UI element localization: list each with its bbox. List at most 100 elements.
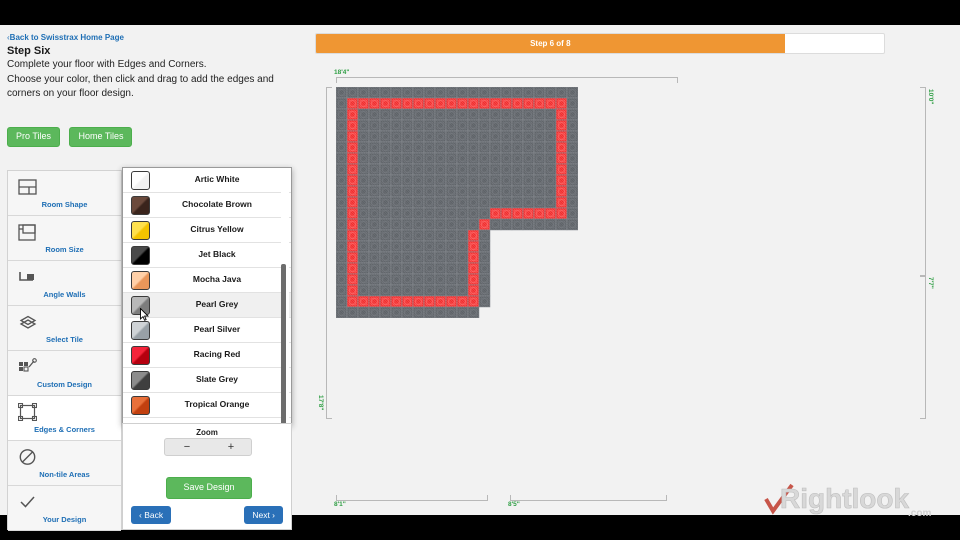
- floor-design[interactable]: [336, 87, 676, 417]
- floor-tile[interactable]: [336, 284, 348, 297]
- floor-tile[interactable]: [467, 251, 480, 264]
- floor-tile[interactable]: [478, 141, 491, 154]
- floor-tile[interactable]: [434, 163, 447, 176]
- color-option-pearl-silver[interactable]: Pearl Silver: [123, 318, 291, 343]
- floor-tile[interactable]: [555, 87, 568, 99]
- floor-tile[interactable]: [357, 119, 370, 132]
- floor-tile[interactable]: [555, 207, 568, 220]
- floor-tile[interactable]: [544, 185, 557, 198]
- color-option-jet-black[interactable]: Jet Black: [123, 243, 291, 268]
- floor-tile[interactable]: [379, 240, 392, 253]
- floor-tile[interactable]: [544, 119, 557, 132]
- floor-tile[interactable]: [368, 108, 381, 121]
- floor-tile[interactable]: [336, 306, 348, 318]
- floor-tile[interactable]: [346, 295, 359, 308]
- floor-tile[interactable]: [489, 163, 502, 176]
- floor-tile[interactable]: [368, 306, 381, 318]
- floor-tile[interactable]: [566, 141, 578, 154]
- floor-tile[interactable]: [346, 240, 359, 253]
- floor-tile[interactable]: [357, 108, 370, 121]
- floor-tile[interactable]: [401, 273, 414, 286]
- floor-tile[interactable]: [467, 87, 480, 99]
- floor-tile[interactable]: [478, 295, 491, 308]
- floor-tile[interactable]: [544, 97, 557, 110]
- floor-tile[interactable]: [522, 185, 535, 198]
- floor-tile[interactable]: [423, 218, 436, 231]
- floor-tile[interactable]: [423, 119, 436, 132]
- floor-tile[interactable]: [434, 306, 447, 318]
- floor-tile[interactable]: [566, 108, 578, 121]
- floor-tile[interactable]: [555, 163, 568, 176]
- floor-tile[interactable]: [390, 119, 403, 132]
- floor-tile[interactable]: [489, 130, 502, 143]
- floor-tile[interactable]: [423, 152, 436, 165]
- floor-tile[interactable]: [445, 174, 458, 187]
- floor-tile[interactable]: [566, 185, 578, 198]
- floor-tile[interactable]: [533, 97, 546, 110]
- floor-tile[interactable]: [379, 273, 392, 286]
- floor-tile[interactable]: [346, 262, 359, 275]
- floor-tile[interactable]: [445, 152, 458, 165]
- floor-tile[interactable]: [511, 207, 524, 220]
- floor-tile[interactable]: [445, 240, 458, 253]
- floor-tile[interactable]: [456, 108, 469, 121]
- floor-tile[interactable]: [566, 218, 578, 231]
- floor-tile[interactable]: [401, 185, 414, 198]
- floor-tile[interactable]: [412, 295, 425, 308]
- floor-tile[interactable]: [445, 295, 458, 308]
- floor-tile[interactable]: [336, 218, 348, 231]
- floor-tile-grid[interactable]: [336, 87, 578, 318]
- floor-tile[interactable]: [412, 240, 425, 253]
- floor-tile[interactable]: [336, 141, 348, 154]
- floor-tile[interactable]: [489, 196, 502, 209]
- floor-tile[interactable]: [445, 306, 458, 318]
- floor-tile[interactable]: [478, 119, 491, 132]
- floor-tile[interactable]: [379, 87, 392, 99]
- floor-tile[interactable]: [566, 152, 578, 165]
- floor-tile[interactable]: [401, 196, 414, 209]
- floor-tile[interactable]: [336, 108, 348, 121]
- floor-tile[interactable]: [390, 87, 403, 99]
- floor-tile[interactable]: [489, 152, 502, 165]
- floor-tile[interactable]: [423, 273, 436, 286]
- floor-tile[interactable]: [467, 284, 480, 297]
- floor-tile[interactable]: [434, 251, 447, 264]
- floor-tile[interactable]: [566, 130, 578, 143]
- floor-tile[interactable]: [489, 119, 502, 132]
- floor-tile[interactable]: [357, 273, 370, 286]
- floor-tile[interactable]: [566, 119, 578, 132]
- floor-tile[interactable]: [336, 273, 348, 286]
- floor-tile[interactable]: [445, 163, 458, 176]
- floor-tile[interactable]: [566, 97, 578, 110]
- floor-tile[interactable]: [346, 141, 359, 154]
- floor-tile[interactable]: [544, 174, 557, 187]
- accordion-item-non-tile-areas[interactable]: Non-tile Areas: [8, 441, 121, 486]
- floor-tile[interactable]: [412, 229, 425, 242]
- floor-tile[interactable]: [467, 295, 480, 308]
- floor-tile[interactable]: [445, 229, 458, 242]
- floor-tile[interactable]: [434, 141, 447, 154]
- floor-tile[interactable]: [390, 218, 403, 231]
- floor-tile[interactable]: [434, 152, 447, 165]
- floor-tile[interactable]: [379, 185, 392, 198]
- floor-tile[interactable]: [412, 141, 425, 154]
- floor-tile[interactable]: [412, 87, 425, 99]
- floor-tile[interactable]: [357, 174, 370, 187]
- floor-tile[interactable]: [336, 119, 348, 132]
- floor-tile[interactable]: [423, 108, 436, 121]
- floor-tile[interactable]: [379, 196, 392, 209]
- floor-tile[interactable]: [522, 218, 535, 231]
- floor-tile[interactable]: [390, 130, 403, 143]
- floor-tile[interactable]: [533, 108, 546, 121]
- floor-tile[interactable]: [566, 196, 578, 209]
- floor-tile[interactable]: [511, 163, 524, 176]
- floor-tile[interactable]: [478, 163, 491, 176]
- floor-tile[interactable]: [357, 284, 370, 297]
- floor-tile[interactable]: [456, 251, 469, 264]
- floor-tile[interactable]: [401, 251, 414, 264]
- floor-tile[interactable]: [379, 229, 392, 242]
- floor-tile[interactable]: [390, 251, 403, 264]
- floor-tile[interactable]: [445, 130, 458, 143]
- floor-tile[interactable]: [401, 218, 414, 231]
- floor-tile[interactable]: [511, 185, 524, 198]
